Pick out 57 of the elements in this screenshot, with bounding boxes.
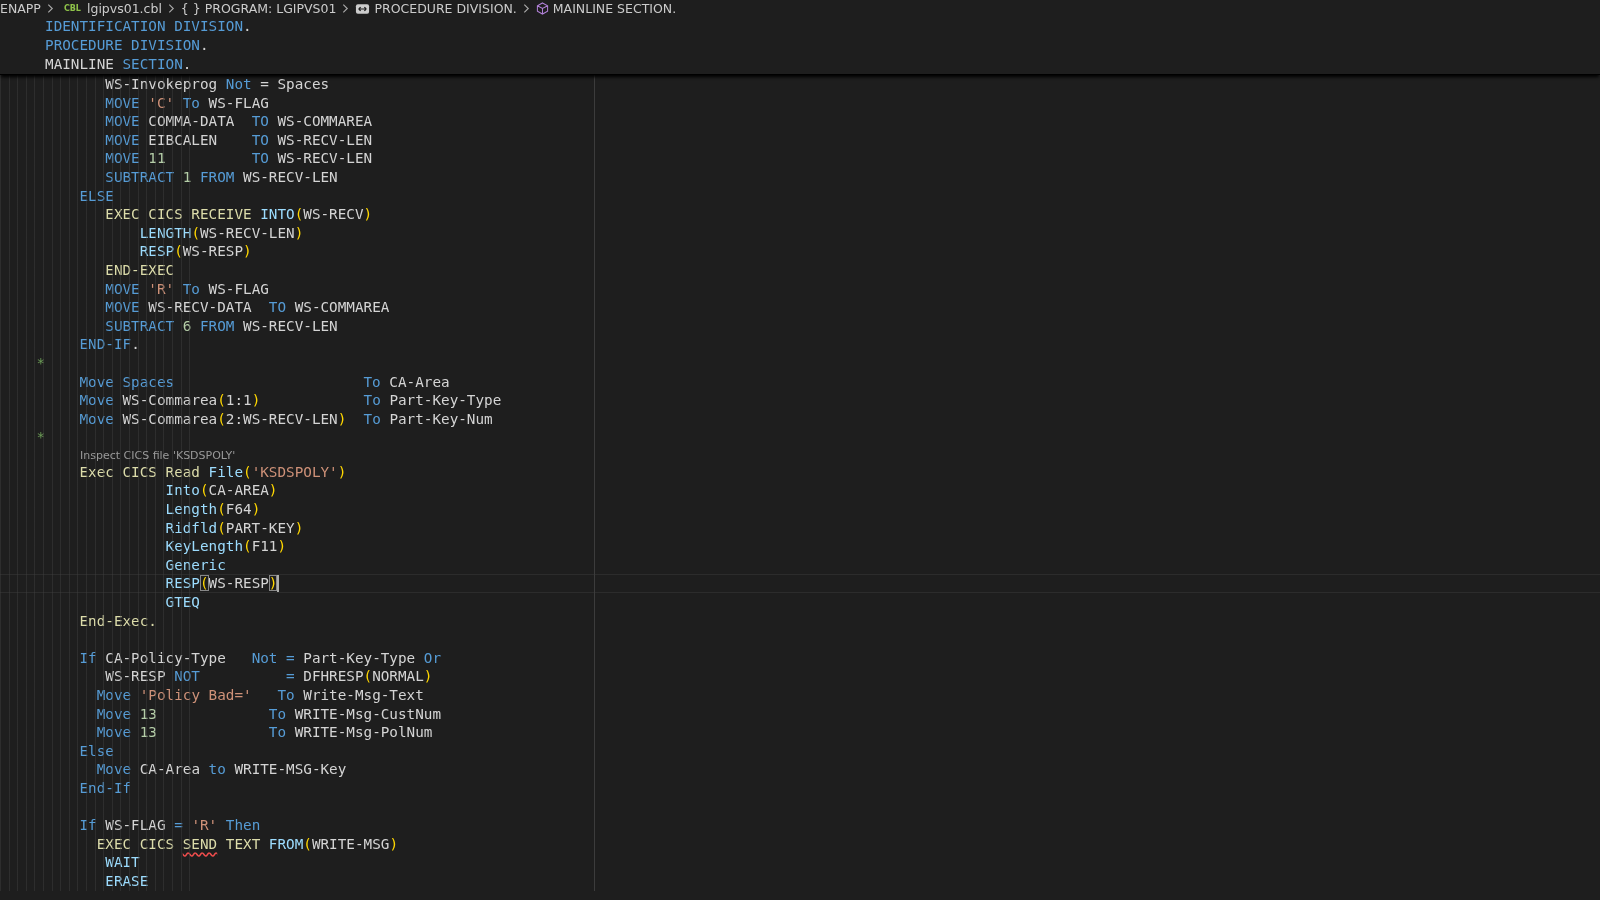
code-line: MOVE 11 TO WS-RECV-LEN (104, 149, 373, 168)
chevron-right-icon (522, 3, 530, 14)
code-line: Generic (164, 555, 226, 575)
code-line: ERASE (104, 871, 149, 891)
breadcrumb-item[interactable]: PROCEDURE DIVISION. (374, 0, 517, 17)
chevron-right-icon (342, 3, 350, 14)
breadcrumb-item[interactable]: MAINLINE SECTION. (552, 0, 677, 17)
code-line: RESP(WS-RESP) (164, 574, 278, 594)
code-line: IDENTIFICATION DIVISION. (44, 17, 252, 36)
breadcrumb-item[interactable]: ENAPP (0, 0, 41, 17)
code-line: Exec CICS Read File('KSDSPOLY') (78, 462, 347, 482)
code-line: Else (78, 741, 114, 761)
code-line: * (35, 353, 46, 373)
code-line: End-If (78, 778, 132, 798)
code-line: PROCEDURE DIVISION. (44, 36, 209, 55)
code-line: Move 'Policy Bad=' To Write-Msg-Text (95, 686, 424, 705)
code-line: KeyLength(F11) (164, 537, 287, 556)
code-line: LENGTH(WS-RECV-LEN) (138, 223, 304, 243)
code-line: WS-Invokeprog Not = Spaces (104, 75, 330, 94)
code-line: Move CA-Area to WRITE-MSG-Key (95, 760, 347, 779)
code-line: EXEC CICS SEND TEXT FROM(WRITE-MSG) (95, 834, 398, 854)
code-line: If CA-Policy-Type Not = Part-Key-Type Or (78, 648, 441, 668)
code-line: Move Spaces To CA-Area (78, 372, 450, 392)
code-line: MOVE COMMA-DATA TO WS-COMMAREA (104, 112, 373, 131)
code-line: EXEC CICS RECEIVE INTO(WS-RECV) (104, 205, 373, 224)
code-line: End-Exec. (78, 611, 157, 631)
breadcrumb-item[interactable]: lgipvs01.cbl (86, 0, 162, 17)
code-line: Into(CA-AREA) (164, 481, 278, 501)
code-line: RESP(WS-RESP) (138, 242, 252, 261)
chevron-right-icon (167, 3, 175, 14)
code-line: MOVE WS-RECV-DATA TO WS-COMMAREA (104, 298, 390, 317)
code-line: SUBTRACT 1 FROM WS-RECV-LEN (104, 167, 338, 187)
code-line: Move 13 To WRITE-Msg-CustNum (95, 704, 441, 724)
code-line: Length(F64) (164, 500, 261, 519)
code-line: Ridfld(PART-KEY) (164, 518, 304, 538)
code-line: MAINLINE SECTION. (44, 55, 192, 74)
breadcrumb-item[interactable]: PROGRAM: LGIPVS01 (204, 0, 337, 17)
code-line: Move 13 To WRITE-Msg-PolNum (95, 723, 433, 742)
chevron-right-icon (46, 3, 54, 14)
code-line: * (35, 428, 46, 447)
code-line: GTEQ (164, 593, 200, 612)
cube-icon (535, 2, 549, 15)
code-line: ELSE (78, 186, 114, 206)
file-type-label: CBL (63, 4, 81, 13)
code-line: SUBTRACT 6 FROM WS-RECV-LEN (104, 316, 338, 336)
code-line: MOVE 'C' To WS-FLAG (104, 93, 269, 113)
code-line: WAIT (104, 853, 140, 872)
braces-icon: { } (180, 1, 201, 16)
code-line: If WS-FLAG = 'R' Then (78, 816, 261, 835)
code-lens-link[interactable]: Inspect CICS file 'KSDSPOLY' (80, 448, 236, 462)
code-line: Move WS-Commarea(2:WS-RECV-LEN) To Part-Key-Num (78, 409, 493, 429)
code-line: END-EXEC (104, 260, 175, 280)
code-line: WS-RESP NOT = DFHRESP(NORMAL) (104, 667, 433, 686)
code-line: MOVE 'R' To WS-FLAG (104, 279, 269, 299)
code-line: Move WS-Commarea(1:1) To Part-Key-Type (78, 391, 502, 410)
code-line: MOVE EIBCALEN TO WS-RECV-LEN (104, 130, 373, 150)
code-line: END-IF. (78, 335, 140, 354)
